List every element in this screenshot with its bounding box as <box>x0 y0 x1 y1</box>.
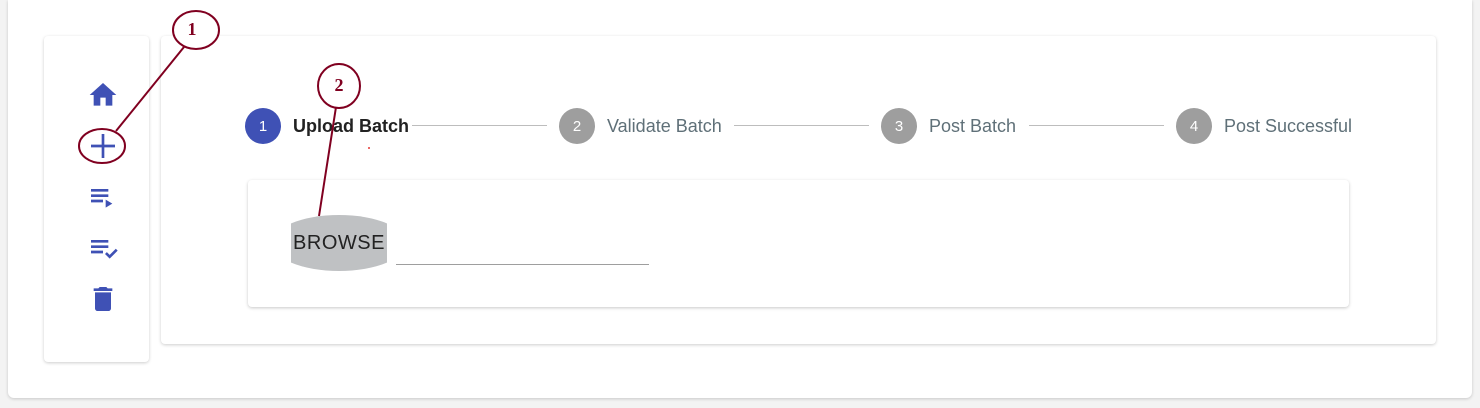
step-3-circle: 3 <box>881 108 917 144</box>
red-dot <box>368 147 370 149</box>
step-2-label: Validate Batch <box>607 116 722 136</box>
step-3-label: Post Batch <box>929 116 1017 136</box>
step-2-circle: 2 <box>559 108 595 144</box>
home-icon[interactable] <box>84 78 122 112</box>
playlist-check-icon[interactable] <box>84 231 122 265</box>
playlist-play-icon[interactable] <box>84 180 122 214</box>
add-icon[interactable] <box>84 129 122 163</box>
step-1-label: Upload Batch <box>293 116 410 136</box>
step-connector <box>412 125 547 126</box>
delete-icon[interactable] <box>84 282 122 316</box>
step-1-circle: 1 <box>245 108 281 144</box>
browse-button[interactable]: BROWSE <box>291 215 387 271</box>
step-connector <box>734 125 869 126</box>
step-connector <box>1029 125 1164 126</box>
step-4-label: Post Successful <box>1224 116 1353 136</box>
step-4-circle: 4 <box>1176 108 1212 144</box>
file-name-field[interactable] <box>396 238 649 265</box>
